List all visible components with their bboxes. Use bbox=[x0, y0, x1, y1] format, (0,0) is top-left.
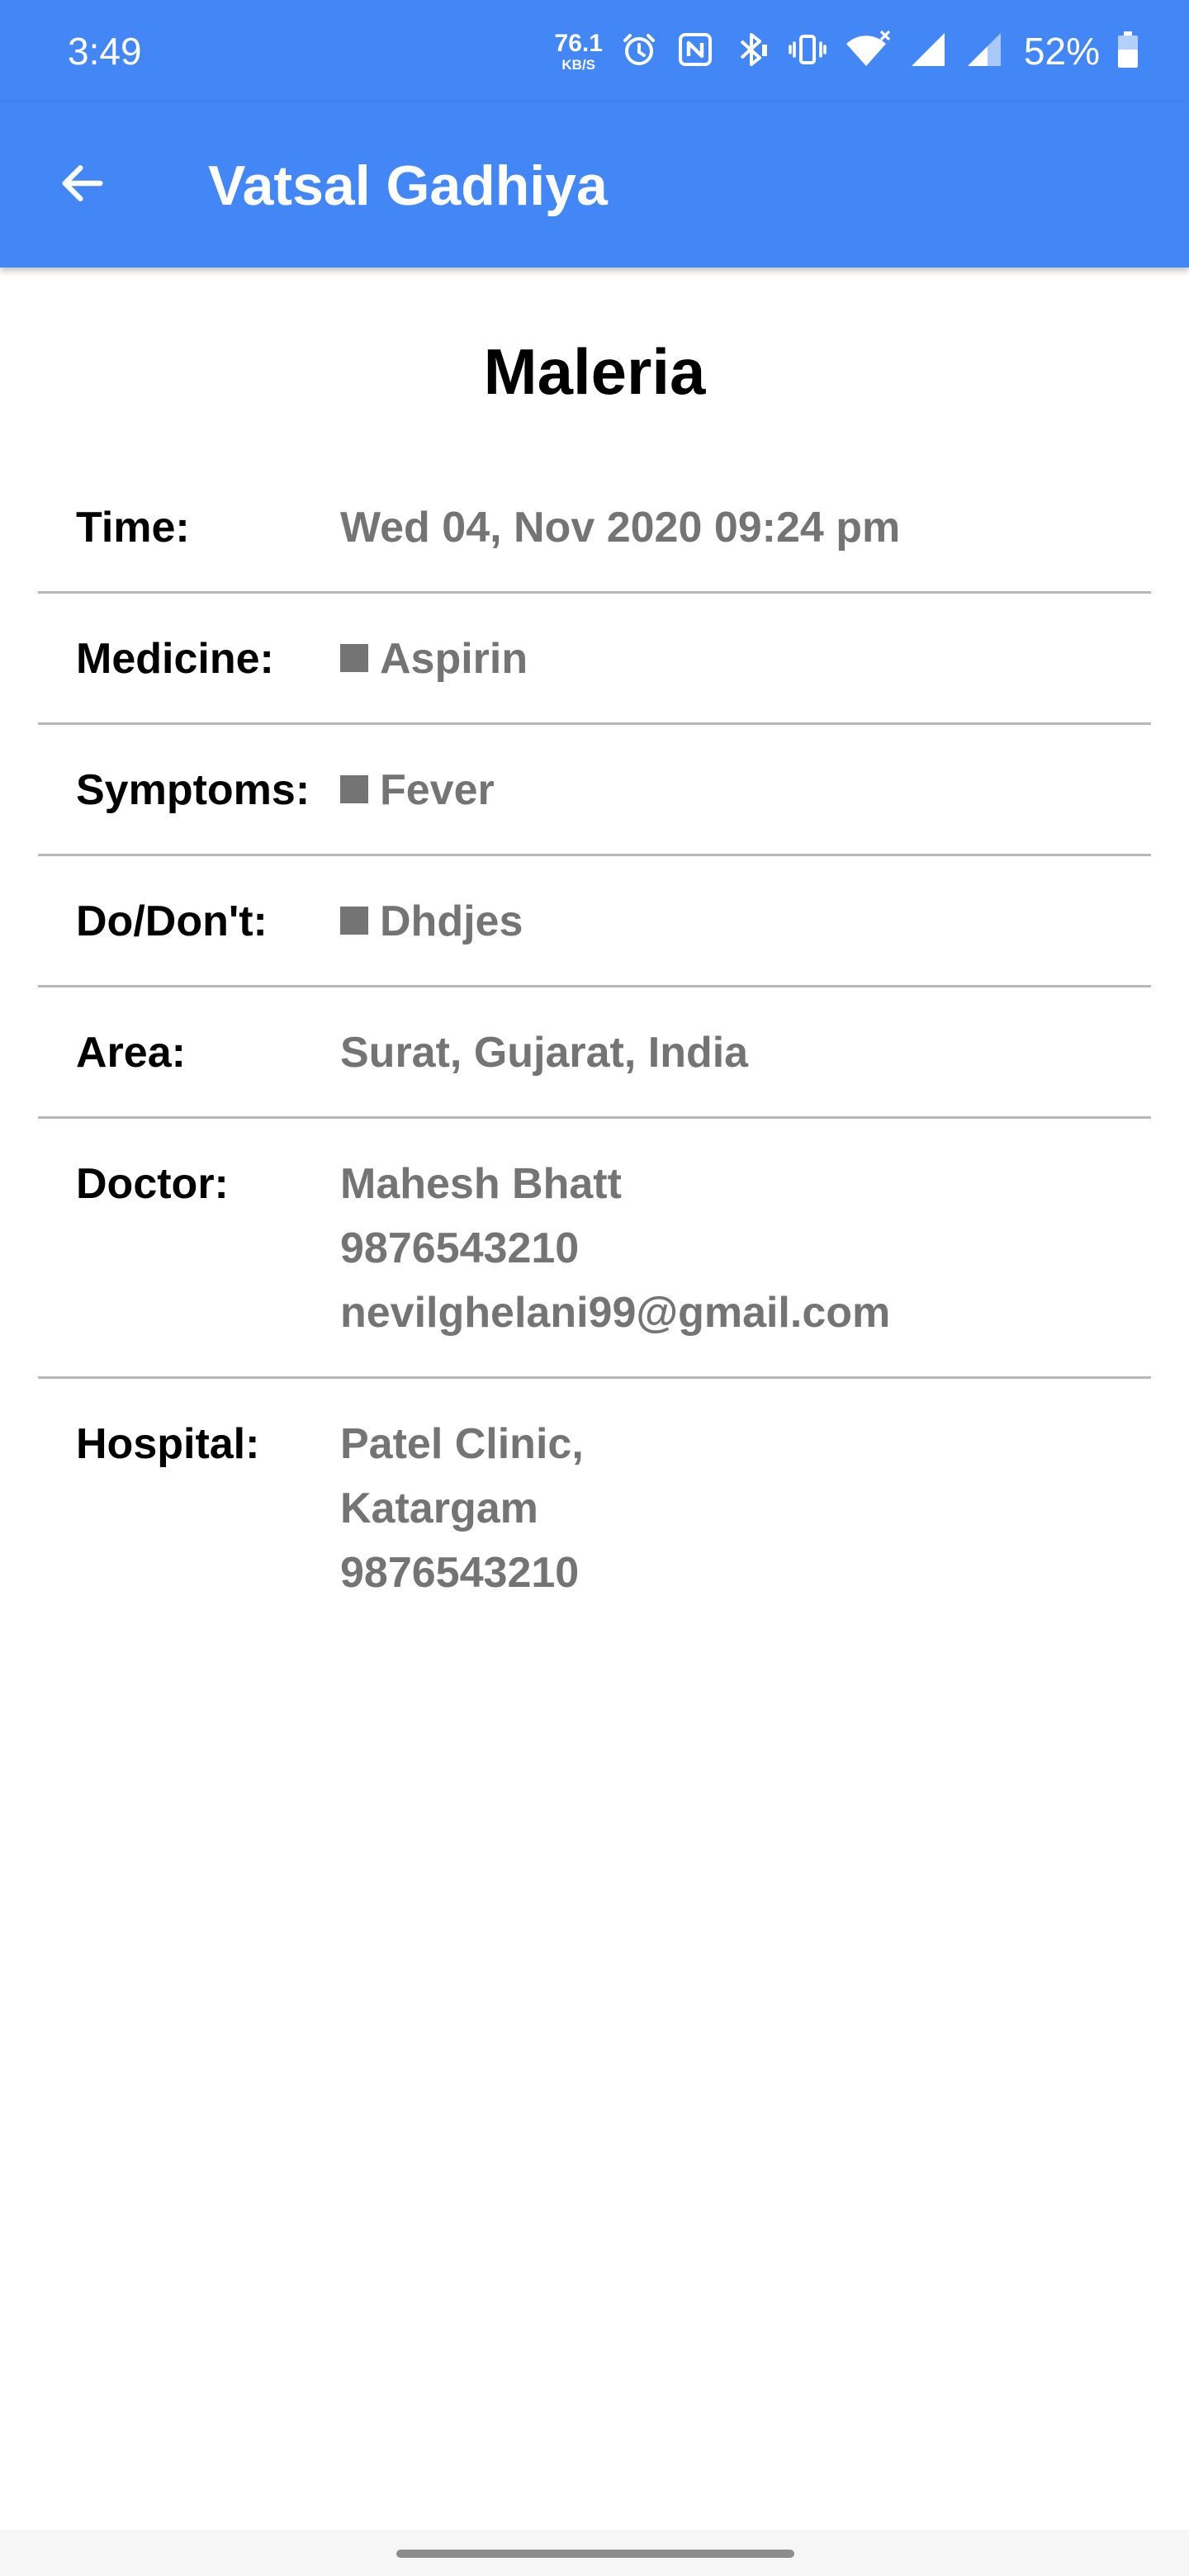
detail-label: Medicine: bbox=[76, 635, 274, 683]
navigation-bar bbox=[0, 2530, 1189, 2576]
detail-value: Dhdjes bbox=[340, 889, 1151, 954]
detail-value: Patel Clinic, Katargam 9876543210 bbox=[340, 1412, 1151, 1605]
bluetooth-icon bbox=[732, 30, 771, 73]
detail-row-time: Time: Wed 04, Nov 2020 09:24 pm bbox=[38, 462, 1151, 594]
app-bar-title: Vatsal Gadhiya bbox=[208, 154, 608, 217]
hospital-phone: 9876543210 bbox=[340, 1549, 580, 1597]
detail-row-hospital: Hospital: Patel Clinic, Katargam 9876543… bbox=[38, 1379, 1151, 1636]
detail-row-dos-donts: Do/Don't: Dhdjes bbox=[38, 856, 1151, 987]
arrow-left-icon bbox=[56, 157, 109, 214]
detail-value: Mahesh Bhatt 9876543210 nevilghelani99@g… bbox=[340, 1152, 1151, 1345]
details-list: Time: Wed 04, Nov 2020 09:24 pm Medicine… bbox=[38, 462, 1151, 1636]
nfc-icon bbox=[675, 30, 715, 73]
symptoms-value: Fever bbox=[380, 766, 495, 814]
bullet-icon bbox=[340, 907, 368, 935]
detail-row-symptoms: Symptoms: Fever bbox=[38, 725, 1151, 856]
page-title: Maleria bbox=[483, 335, 706, 408]
detail-row-doctor: Doctor: Mahesh Bhatt 9876543210 nevilghe… bbox=[38, 1119, 1151, 1379]
bullet-icon bbox=[340, 644, 368, 672]
detail-row-area: Area: Surat, Gujarat, India bbox=[38, 987, 1151, 1119]
detail-label: Time: bbox=[76, 504, 190, 552]
hospital-name: Patel Clinic, bbox=[340, 1420, 584, 1468]
battery-percent: 52% bbox=[1023, 30, 1100, 73]
net-speed-unit: KB/S bbox=[561, 56, 596, 73]
back-button[interactable] bbox=[43, 145, 122, 225]
vibrate-icon bbox=[788, 30, 827, 73]
status-bar: 3:49 76.1 KB/S 52% bbox=[0, 0, 1189, 102]
status-time: 3:49 bbox=[68, 30, 142, 73]
hospital-locality: Katargam bbox=[340, 1485, 538, 1532]
bullet-icon bbox=[340, 775, 368, 803]
status-icons: 76.1 KB/S 52% bbox=[555, 25, 1139, 78]
detail-value: Fever bbox=[340, 758, 1151, 822]
detail-label: Area: bbox=[76, 1029, 186, 1077]
detail-row-medicine: Medicine: Aspirin bbox=[38, 594, 1151, 725]
wifi-icon bbox=[844, 30, 892, 73]
dos-donts-value: Dhdjes bbox=[380, 897, 523, 945]
home-gesture-handle[interactable] bbox=[396, 2550, 794, 2558]
detail-value: Wed 04, Nov 2020 09:24 pm bbox=[340, 504, 901, 552]
detail-label: Doctor: bbox=[76, 1160, 229, 1208]
doctor-email: nevilghelani99@gmail.com bbox=[340, 1289, 891, 1337]
detail-value: Surat, Gujarat, India bbox=[340, 1029, 749, 1077]
alarm-icon bbox=[619, 30, 659, 73]
app-bar: Vatsal Gadhiya bbox=[0, 102, 1189, 268]
signal-icon-2 bbox=[964, 30, 1004, 73]
medicine-value: Aspirin bbox=[380, 635, 528, 683]
doctor-name: Mahesh Bhatt bbox=[340, 1160, 622, 1208]
detail-label: Hospital: bbox=[76, 1420, 260, 1468]
detail-value: Aspirin bbox=[340, 627, 1151, 691]
battery-icon bbox=[1116, 30, 1139, 73]
detail-label: Do/Don't: bbox=[76, 897, 268, 945]
doctor-phone: 9876543210 bbox=[340, 1224, 580, 1272]
signal-icon bbox=[908, 30, 948, 73]
net-speed: 76.1 KB/S bbox=[555, 31, 603, 72]
detail-label: Symptoms: bbox=[76, 766, 310, 814]
net-speed-value: 76.1 bbox=[554, 29, 603, 57]
